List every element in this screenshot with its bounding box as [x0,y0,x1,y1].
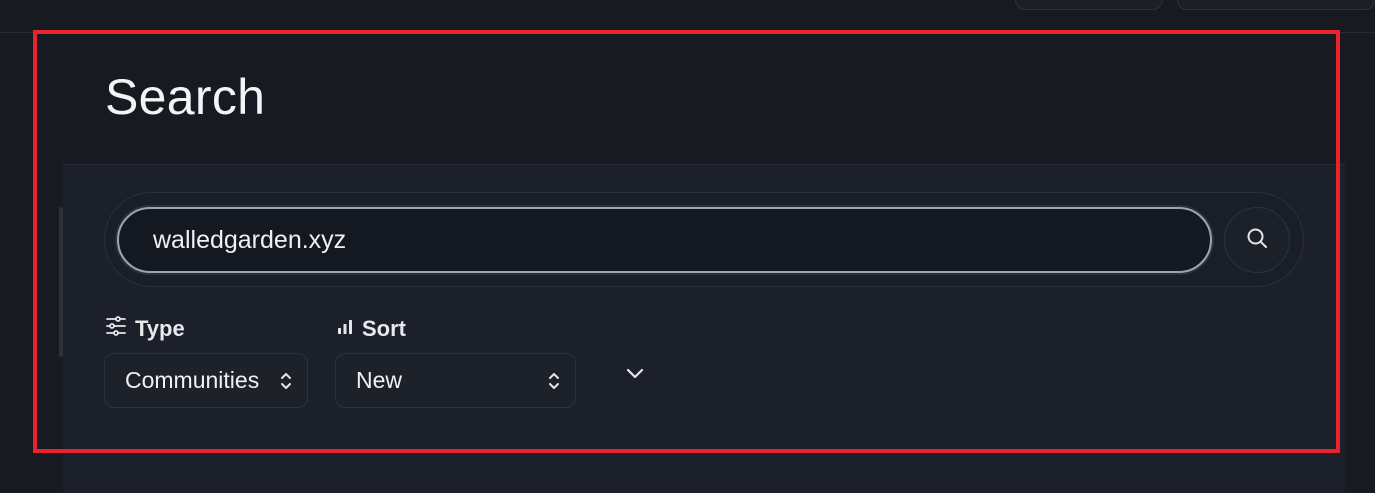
sort-filter-label: Sort [336,316,406,342]
top-bar [0,0,1375,33]
type-label-text: Type [135,316,185,341]
bar-chart-icon [336,316,354,342]
chevron-down-icon [624,367,646,386]
type-select-value: Communities [125,367,260,393]
search-icon [1245,226,1269,255]
sliders-icon [105,315,127,343]
page: Search Type [0,0,1375,493]
sort-select[interactable]: New [335,353,576,408]
panel-header: Search [63,34,1345,165]
search-input[interactable] [117,207,1212,273]
type-select[interactable]: Communities [104,353,308,408]
type-filter-label: Type [105,316,185,342]
chevron-up-down-icon [547,370,561,392]
scroll-indicator[interactable] [59,207,63,357]
search-button[interactable] [1224,207,1290,273]
top-bar-button[interactable] [1177,0,1375,10]
expand-filters-button[interactable] [620,362,650,390]
chevron-up-down-icon [279,370,293,392]
sort-label-text: Sort [362,316,406,341]
top-bar-button[interactable] [1015,0,1163,10]
sort-select-value: New [356,367,403,393]
page-title: Search [105,69,266,125]
